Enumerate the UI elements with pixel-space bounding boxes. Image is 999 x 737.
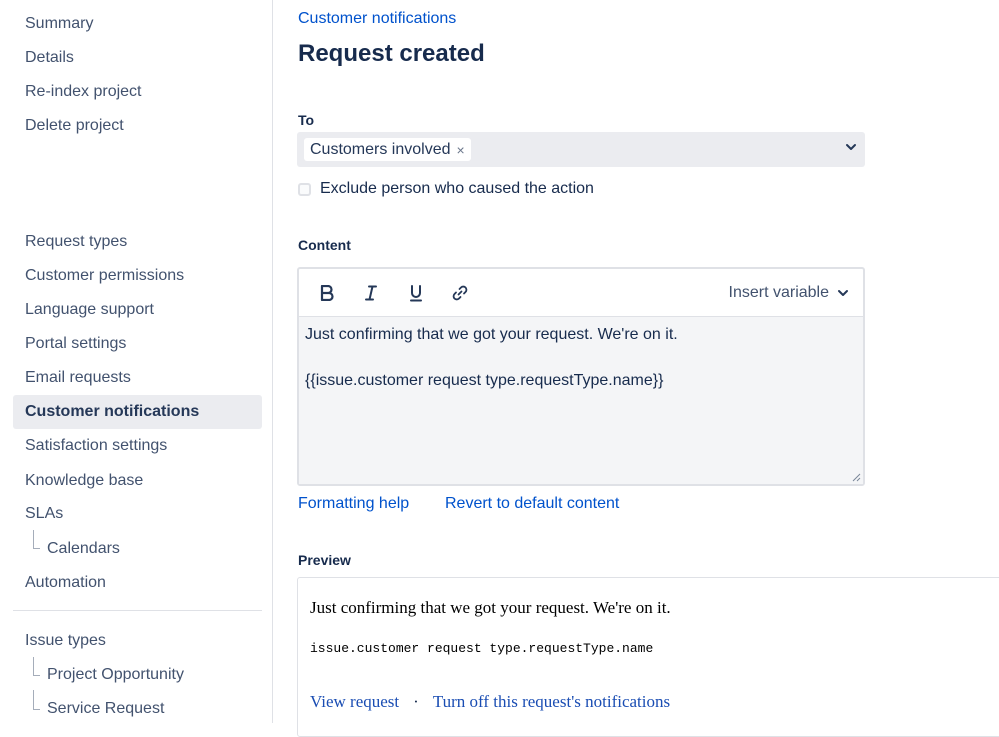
link-button[interactable]: [450, 283, 470, 303]
underline-icon: [410, 284, 422, 301]
tree-connector: [33, 690, 40, 710]
sidebar-item-reindex-project[interactable]: Re-index project: [25, 82, 142, 102]
preview-text: Just confirming that we got your request…: [310, 598, 671, 617]
content-textarea[interactable]: Just confirming that we got your request…: [299, 317, 863, 484]
sidebar-item-calendars[interactable]: Calendars: [47, 539, 120, 559]
revert-default-link[interactable]: Revert to default content: [445, 494, 619, 514]
sidebar-item-service-request[interactable]: Service Request: [47, 699, 164, 719]
formatting-help-link[interactable]: Formatting help: [298, 495, 409, 512]
resize-handle-icon[interactable]: [851, 472, 861, 482]
remove-tag-icon[interactable]: ×: [457, 142, 465, 158]
content-line: Just confirming that we got your request…: [305, 326, 678, 343]
editor-toolbar: Insert variable: [299, 269, 863, 317]
editor-links: Formatting help Revert to default conten…: [298, 494, 619, 514]
preview-panel: Just confirming that we got your request…: [297, 577, 999, 737]
preview-label: Preview: [298, 552, 351, 568]
sidebar-item-customer-permissions[interactable]: Customer permissions: [25, 266, 184, 286]
chevron-down-icon: [838, 290, 848, 296]
sidebar-item-request-types[interactable]: Request types: [25, 232, 127, 252]
turn-off-notifications-link[interactable]: Turn off this request's notifications: [433, 692, 670, 711]
sidebar-item-issue-types[interactable]: Issue types: [25, 631, 106, 651]
sidebar-item-email-requests[interactable]: Email requests: [25, 368, 131, 388]
sidebar: Summary Details Re-index project Delete …: [0, 0, 273, 723]
breadcrumb[interactable]: Customer notifications: [298, 9, 456, 29]
preview-links: View request · Turn off this request's not…: [310, 692, 670, 712]
sidebar-item-slas[interactable]: SLAs: [25, 504, 63, 524]
page-title: Request created: [298, 40, 485, 67]
sidebar-divider: [13, 610, 262, 611]
insert-variable-label: Insert variable: [728, 284, 830, 301]
preview-variable: issue.customer request type.requestType.…: [310, 641, 654, 656]
underline-button[interactable]: [406, 283, 426, 303]
sidebar-item-portal-settings[interactable]: Portal settings: [25, 334, 126, 354]
sidebar-item-customer-notifications[interactable]: Customer notifications: [25, 402, 199, 422]
italic-icon: [365, 285, 377, 301]
recipient-tag-label: Customers involved: [310, 140, 451, 158]
tree-connector: [33, 657, 40, 676]
content-editor: Insert variable Just confirming that we …: [297, 267, 865, 486]
recipients-select[interactable]: Customers involved ×: [297, 132, 865, 167]
link-icon: [452, 285, 468, 301]
sidebar-item-satisfaction-settings[interactable]: Satisfaction settings: [25, 436, 167, 456]
exclude-label: Exclude person who caused the action: [320, 180, 594, 197]
link-separator: ·: [413, 692, 419, 711]
sidebar-item-delete-project[interactable]: Delete project: [25, 116, 124, 136]
view-request-link[interactable]: View request: [310, 692, 399, 711]
insert-variable-dropdown[interactable]: Insert variable: [729, 284, 850, 302]
sidebar-item-project-opportunity[interactable]: Project Opportunity: [47, 665, 184, 685]
to-label: To: [298, 112, 315, 128]
sidebar-item-knowledge-base[interactable]: Knowledge base: [25, 471, 143, 491]
sidebar-item-details[interactable]: Details: [25, 48, 74, 68]
bold-button[interactable]: [317, 283, 337, 303]
sidebar-item-automation[interactable]: Automation: [25, 573, 106, 593]
exclude-row: Exclude person who caused the action: [298, 180, 594, 198]
content-variable-line: {{issue.customer request type.requestTyp…: [305, 372, 664, 389]
italic-button[interactable]: [361, 283, 381, 303]
bold-icon: [320, 285, 334, 301]
exclude-checkbox[interactable]: [298, 182, 311, 196]
recipient-tag: Customers involved ×: [304, 138, 471, 161]
sidebar-item-summary[interactable]: Summary: [25, 14, 93, 34]
sidebar-item-language-support[interactable]: Language support: [25, 300, 154, 320]
chevron-down-icon[interactable]: [845, 141, 857, 153]
tree-connector: [33, 530, 40, 549]
content-label: Content: [298, 237, 351, 253]
